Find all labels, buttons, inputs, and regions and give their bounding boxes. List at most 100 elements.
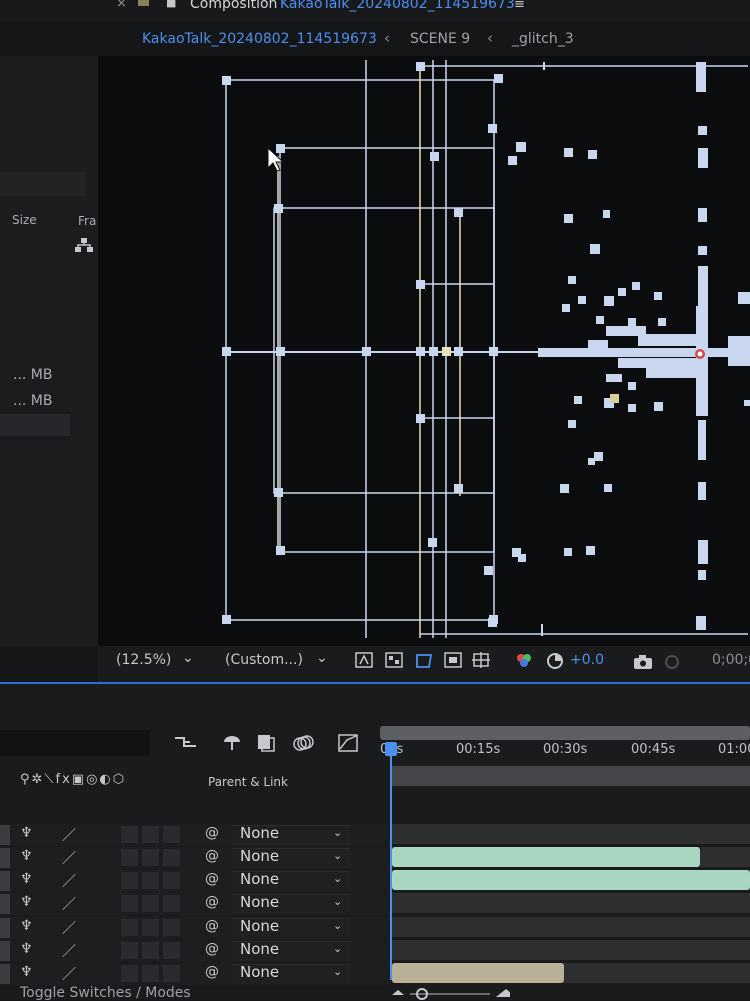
frame-blend-switch[interactable] (142, 919, 159, 936)
layer-track[interactable] (392, 824, 750, 844)
motion-blur-switch[interactable] (163, 942, 180, 959)
quality-toggle-icon[interactable]: ／ (62, 871, 76, 891)
quality-toggle-icon[interactable]: ／ (62, 941, 76, 961)
exposure-value[interactable]: +0.0 (570, 652, 604, 668)
chevron-down-icon[interactable]: ⌄ (333, 919, 342, 932)
shy-toggle-icon[interactable]: ♆ (20, 825, 33, 841)
layer-label-color[interactable] (0, 871, 10, 891)
chevron-down-icon[interactable]: ⌄ (182, 650, 194, 666)
chevron-down-icon[interactable]: ⌄ (316, 650, 328, 666)
frame-blend-switch[interactable] (142, 826, 159, 843)
breadcrumb-item-scene[interactable]: SCENE 9 (410, 31, 470, 47)
frame-blending-icon[interactable] (256, 733, 276, 753)
frame-blend-switch[interactable] (142, 872, 159, 889)
pickwhip-spiral-icon[interactable]: @ (205, 871, 219, 887)
reset-exposure-icon[interactable] (546, 652, 564, 670)
pickwhip-spiral-icon[interactable]: @ (205, 918, 219, 934)
flowchart-icon[interactable] (75, 237, 93, 253)
chevron-down-icon[interactable]: ⌄ (333, 872, 342, 885)
pickwhip-spiral-icon[interactable]: @ (205, 964, 219, 980)
motion-blur-switch[interactable] (163, 919, 180, 936)
magnification-dropdown[interactable]: (12.5%) (116, 652, 171, 668)
shy-toggle-icon[interactable]: ♆ (20, 871, 33, 887)
project-search-input[interactable] (0, 172, 86, 196)
frame-blend-switch[interactable] (142, 965, 159, 982)
layer-duration-bar[interactable] (392, 847, 700, 867)
layer-label-color[interactable] (0, 918, 10, 938)
camera-icon[interactable] (633, 654, 653, 670)
chevron-down-icon[interactable]: ⌄ (333, 849, 342, 862)
layer-label-color[interactable] (0, 941, 10, 961)
layer-label-color[interactable] (0, 894, 10, 914)
motion-blur-switch[interactable] (163, 872, 180, 889)
column-header-frame[interactable]: Fra (78, 214, 96, 228)
layer-label-color[interactable] (0, 848, 10, 868)
motion-blur-switch[interactable] (163, 826, 180, 843)
motion-blur-switch[interactable] (163, 965, 180, 982)
shy-toggle-icon[interactable]: ♆ (20, 918, 33, 934)
layer-label-color[interactable] (0, 825, 10, 845)
layer-label-color[interactable] (0, 964, 10, 984)
effect-switch[interactable] (121, 942, 138, 959)
chevron-down-icon[interactable]: ⌄ (333, 942, 342, 955)
chevron-down-icon[interactable]: ⌄ (333, 965, 342, 978)
mask-path-visibility-icon[interactable] (414, 652, 434, 670)
shy-toggle-icon[interactable]: ♆ (20, 941, 33, 957)
shy-toggle-icon[interactable]: ♆ (20, 964, 33, 980)
region-of-interest-icon[interactable] (444, 652, 462, 668)
effect-switch[interactable] (121, 895, 138, 912)
shy-layers-icon[interactable] (222, 733, 242, 751)
layer-duration-bar[interactable] (392, 963, 564, 983)
current-time-display[interactable]: 0;00;0 (712, 652, 750, 668)
frame-blend-switch[interactable] (142, 849, 159, 866)
composition-mini-flowchart-icon[interactable] (174, 734, 198, 750)
effect-switch[interactable] (121, 849, 138, 866)
effect-switch[interactable] (121, 965, 138, 982)
show-snapshot-icon[interactable] (663, 654, 681, 670)
layer-switch-icons[interactable]: ⚲✲⟍fx▣◎◐⬡ (20, 772, 126, 787)
layer-track[interactable] (392, 917, 750, 937)
transparency-grid-icon[interactable] (385, 652, 403, 668)
quality-toggle-icon[interactable]: ／ (62, 894, 76, 914)
pickwhip-spiral-icon[interactable]: @ (205, 941, 219, 957)
toggle-switches-modes-button[interactable]: Toggle Switches / Modes (20, 985, 191, 1001)
pickwhip-spiral-icon[interactable]: @ (205, 825, 219, 841)
frame-blend-switch[interactable] (142, 942, 159, 959)
shy-toggle-icon[interactable]: ♆ (20, 848, 33, 864)
selected-project-row[interactable] (0, 414, 70, 436)
playhead-handle[interactable] (385, 742, 397, 756)
motion-blur-switch[interactable] (163, 849, 180, 866)
breadcrumb-item-main[interactable]: KakaoTalk_20240802_114519673 (142, 31, 377, 47)
close-tab-icon[interactable]: × (116, 0, 127, 11)
quality-toggle-icon[interactable]: ／ (62, 825, 76, 845)
layer-track[interactable] (392, 940, 750, 960)
composition-name[interactable]: KakaoTalk_20240802_114519673 (280, 0, 515, 12)
lock-icon[interactable]: ■ (166, 0, 176, 9)
shy-toggle-icon[interactable]: ♆ (20, 894, 33, 910)
work-area-bar[interactable] (390, 766, 750, 786)
column-header-size[interactable]: Size (12, 213, 37, 227)
pickwhip-spiral-icon[interactable]: @ (205, 848, 219, 864)
timeline-search-input[interactable] (0, 730, 150, 756)
panel-menu-icon[interactable]: ≡ (514, 0, 525, 12)
effect-switch[interactable] (121, 826, 138, 843)
layer-duration-bar[interactable] (392, 870, 750, 890)
quality-toggle-icon[interactable]: ／ (62, 964, 76, 984)
effect-switch[interactable] (121, 919, 138, 936)
timeline-zoom-slider[interactable] (390, 985, 510, 1000)
layer-track[interactable] (392, 893, 750, 913)
breadcrumb-item-glitch[interactable]: _glitch_3 (512, 31, 574, 47)
composition-viewer[interactable] (98, 56, 750, 646)
motion-blur-switch[interactable] (163, 895, 180, 912)
time-ruler[interactable] (380, 726, 750, 740)
motion-blur-icon[interactable] (292, 733, 314, 753)
quality-toggle-icon[interactable]: ／ (62, 918, 76, 938)
grid-guides-icon[interactable] (472, 652, 492, 670)
snapshot-fast-preview-icon[interactable] (355, 652, 373, 668)
color-channels-icon[interactable] (515, 652, 533, 670)
effect-switch[interactable] (121, 872, 138, 889)
graph-editor-icon[interactable] (337, 733, 359, 753)
pickwhip-spiral-icon[interactable]: @ (205, 894, 219, 910)
quality-toggle-icon[interactable]: ／ (62, 848, 76, 868)
frame-blend-switch[interactable] (142, 895, 159, 912)
